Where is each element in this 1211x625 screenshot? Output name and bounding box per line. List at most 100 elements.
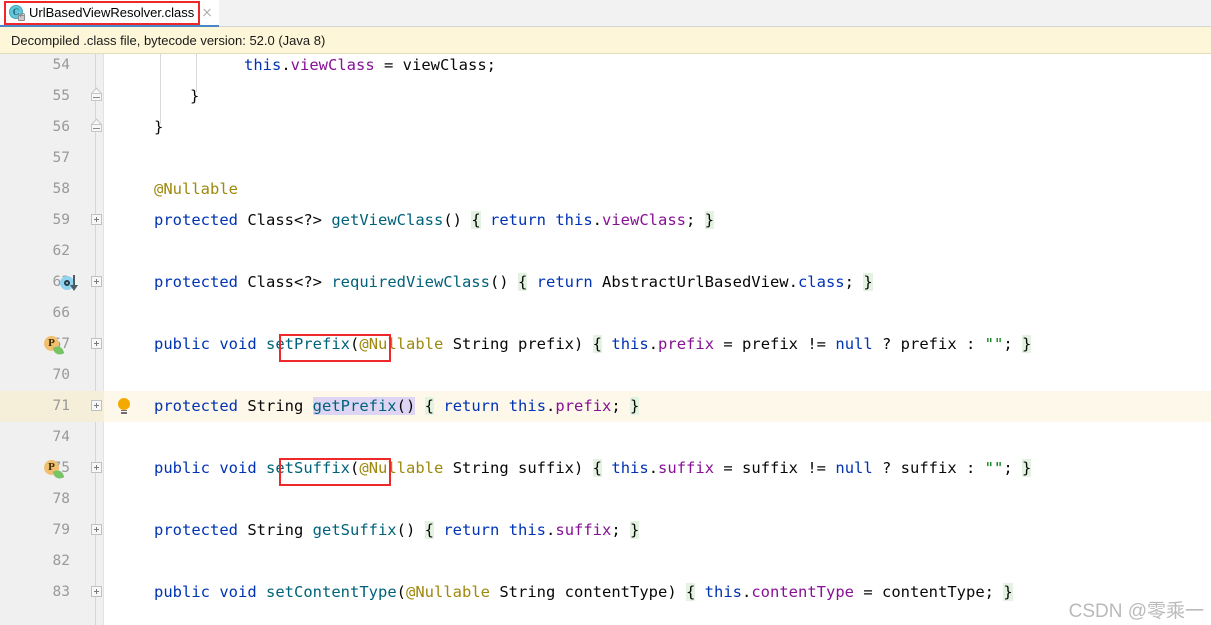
code-token: ; bbox=[611, 397, 631, 415]
spring-property-icon[interactable]: P bbox=[44, 460, 65, 481]
code-line[interactable]: 62 bbox=[0, 236, 1211, 267]
intention-bulb-icon[interactable] bbox=[117, 398, 131, 415]
code-line[interactable]: 56} bbox=[0, 112, 1211, 143]
code-token: return bbox=[490, 211, 546, 229]
code-line[interactable]: 75 public void setSuffix(@Nullable String… bbox=[0, 453, 1211, 484]
code-token: ? prefix : bbox=[872, 335, 985, 353]
code-line[interactable]: 70 bbox=[0, 360, 1211, 391]
code-token: setPrefix bbox=[266, 335, 351, 353]
editor-tab-label: UrlBasedViewResolver.class bbox=[29, 5, 195, 20]
code-token: . bbox=[546, 521, 556, 539]
code-token: @Nullable bbox=[154, 180, 238, 198]
code-line-text: this.viewClass = viewClass; bbox=[244, 54, 496, 81]
fold-collapse-icon[interactable] bbox=[91, 87, 102, 101]
fold-expand-icon[interactable] bbox=[91, 400, 102, 411]
code-token: Class<?> bbox=[238, 211, 332, 229]
editor-tab-urlbasedviewresolver[interactable]: C UrlBasedViewResolver.class bbox=[0, 0, 220, 27]
line-number: 54 bbox=[52, 57, 70, 73]
code-token: = suffix != bbox=[714, 459, 836, 477]
indent-guide bbox=[196, 54, 197, 92]
code-line[interactable]: 78 bbox=[0, 484, 1211, 515]
line-number: 71 bbox=[52, 398, 70, 414]
code-token: . bbox=[592, 211, 603, 229]
code-token: } bbox=[190, 87, 200, 105]
code-line[interactable]: 79 protected String getSuffix() { return … bbox=[0, 515, 1211, 546]
code-area[interactable]: 54 this.viewClass = viewClass; 55} 56} 57 58 @… bbox=[0, 54, 1211, 625]
fold-collapse-icon[interactable] bbox=[91, 118, 102, 132]
lock-badge-icon bbox=[18, 13, 25, 21]
code-token: ; bbox=[844, 273, 864, 291]
code-token: () bbox=[443, 211, 472, 229]
fold-expand-icon[interactable] bbox=[91, 524, 102, 535]
code-token: "" bbox=[984, 335, 1004, 353]
code-token: ( bbox=[396, 583, 407, 601]
code-token: this bbox=[508, 397, 547, 415]
code-token: String contentType) bbox=[490, 583, 686, 601]
code-token: () bbox=[396, 397, 416, 415]
code-line[interactable]: 66 bbox=[0, 298, 1211, 329]
fold-expand-icon[interactable] bbox=[91, 276, 102, 287]
line-number: 56 bbox=[52, 119, 70, 135]
code-token: @Nullable bbox=[359, 335, 444, 353]
code-line[interactable]: 63protected Class<?> requiredViewClass()… bbox=[0, 267, 1211, 298]
code-token: ( bbox=[350, 335, 360, 353]
fold-expand-icon[interactable] bbox=[91, 338, 102, 349]
code-token: String suffix) bbox=[443, 459, 593, 477]
code-token: public bbox=[154, 459, 210, 477]
code-line[interactable]: 57 bbox=[0, 143, 1211, 174]
code-token: ; bbox=[686, 211, 705, 229]
code-token: void bbox=[219, 459, 257, 477]
code-token: public bbox=[154, 583, 210, 601]
code-line[interactable]: 83 public void setContentType(@Nullable S… bbox=[0, 577, 1211, 608]
code-token: } bbox=[863, 273, 873, 291]
code-token: protected bbox=[154, 273, 238, 291]
code-line[interactable]: 55} bbox=[0, 81, 1211, 112]
code-line[interactable]: 54 this.viewClass = viewClass; bbox=[0, 54, 1211, 81]
code-token: } bbox=[630, 521, 640, 539]
overridden-method-icon[interactable] bbox=[60, 275, 82, 292]
code-token: void bbox=[219, 335, 257, 353]
code-line[interactable]: 58 @Nullable bbox=[0, 174, 1211, 205]
code-line[interactable]: 67 public void setPrefix(@Nullable String… bbox=[0, 329, 1211, 360]
code-token: } bbox=[1003, 583, 1013, 601]
code-token: @Nullable bbox=[406, 583, 491, 601]
editor-tab-bar: C UrlBasedViewResolver.class bbox=[0, 0, 1211, 27]
code-editor[interactable]: 54 this.viewClass = viewClass; 55} 56} 57 58 @… bbox=[0, 54, 1211, 625]
fold-expand-icon[interactable] bbox=[91, 586, 102, 597]
code-token: String prefix) bbox=[443, 335, 593, 353]
code-token: } bbox=[1022, 459, 1032, 477]
code-token: { bbox=[424, 397, 435, 415]
code-token: getViewClass bbox=[331, 211, 444, 229]
spring-property-icon[interactable]: P bbox=[44, 336, 65, 357]
code-token: protected bbox=[154, 521, 238, 539]
indent-guide bbox=[160, 54, 161, 124]
code-token: = viewClass; bbox=[374, 56, 496, 74]
code-token: getPrefix bbox=[312, 397, 397, 415]
code-token: "" bbox=[984, 459, 1004, 477]
code-token: ; bbox=[1003, 459, 1023, 477]
close-icon[interactable] bbox=[201, 7, 213, 19]
code-token: contentType bbox=[751, 583, 854, 601]
code-line[interactable]: 74 bbox=[0, 422, 1211, 453]
fold-expand-icon[interactable] bbox=[91, 462, 102, 473]
code-line[interactable]: 82 bbox=[0, 546, 1211, 577]
code-token: null bbox=[835, 335, 873, 353]
line-number: 55 bbox=[52, 88, 70, 104]
code-token: String bbox=[238, 397, 313, 415]
fold-expand-icon[interactable] bbox=[91, 214, 102, 225]
code-line[interactable]: 59 protected Class<?> getViewClass() { re… bbox=[0, 205, 1211, 236]
code-token: null bbox=[835, 459, 873, 477]
code-token: this bbox=[704, 583, 742, 601]
code-token: () bbox=[396, 521, 425, 539]
code-token: AbstractUrlBasedView. bbox=[592, 273, 798, 291]
code-token: return bbox=[443, 397, 500, 415]
code-line[interactable]: 71 protected String getPrefix() { return … bbox=[0, 391, 1211, 422]
code-token: } bbox=[154, 118, 164, 136]
